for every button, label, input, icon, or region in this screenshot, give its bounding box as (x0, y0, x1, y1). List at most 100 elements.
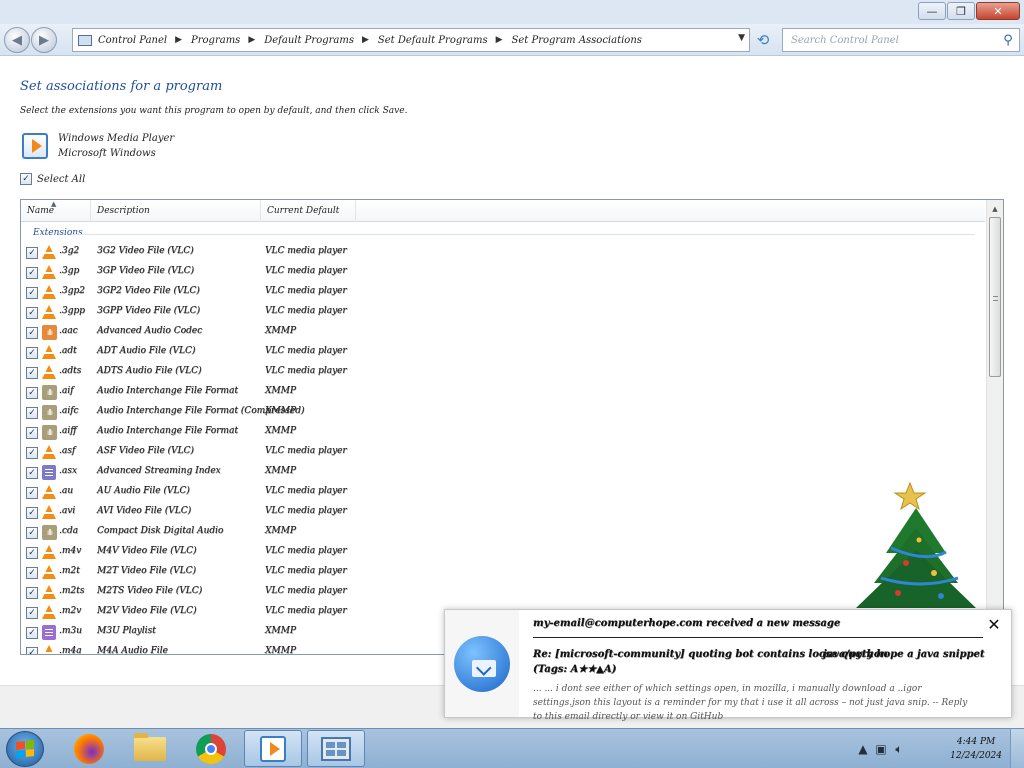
back-button[interactable]: ◀ (4, 27, 30, 53)
scroll-up-icon[interactable]: ▲ (987, 200, 1003, 217)
firefox-icon (74, 733, 104, 764)
row-checkbox[interactable]: ✓ (26, 507, 38, 519)
extension-name: .m4a (59, 646, 82, 655)
row-checkbox[interactable]: ✓ (26, 307, 38, 319)
breadcrumb-control-panel[interactable]: Control Panel (98, 35, 167, 46)
current-default: XMMP (265, 466, 296, 476)
row-checkbox[interactable]: ✓ (26, 347, 38, 359)
maximize-button[interactable]: ❐ (947, 2, 975, 20)
row-checkbox[interactable]: ✓ (26, 647, 38, 654)
current-default: VLC media player (265, 486, 347, 496)
row-checkbox[interactable]: ✓ (26, 607, 38, 619)
current-default: VLC media player (265, 586, 347, 596)
extension-name: .3gpp (59, 306, 85, 316)
list-item[interactable]: ✓ .m2ts M2TS Video File (VLC) VLC media pla… (21, 583, 985, 603)
list-item[interactable]: ✓ .adt ADT Audio File (VLC) VLC media playe… (21, 343, 985, 363)
breadcrumb-default-programs[interactable]: Default Programs (264, 35, 354, 46)
taskbar-control-panel[interactable] (307, 730, 365, 767)
list-item[interactable]: ✓ ıllı .aifc Audio Interchange File Format … (21, 403, 985, 423)
start-button[interactable] (6, 731, 44, 767)
row-checkbox[interactable]: ✓ (26, 487, 38, 499)
network-icon[interactable]: ▣ (872, 742, 890, 756)
extension-description: M4V Video File (VLC) (97, 546, 197, 556)
taskbar-firefox[interactable] (60, 730, 118, 767)
refresh-button[interactable]: ⟲ (752, 28, 774, 52)
minimize-button[interactable]: — (918, 2, 946, 20)
notification-body: ... ... i dont see either of which setti… (533, 684, 968, 722)
column-header-name[interactable]: Name ▲ (21, 200, 91, 222)
extension-name: .m2v (59, 606, 82, 616)
vertical-scrollbar[interactable]: ▲ (986, 200, 1003, 654)
program-name: Windows Media Player (58, 133, 175, 144)
breadcrumb-set-program-associations[interactable]: Set Program Associations (512, 35, 642, 46)
select-all-checkbox[interactable]: ✓ Select All (20, 173, 85, 185)
select-all-label[interactable]: Select All (37, 174, 85, 185)
row-checkbox[interactable]: ✓ (26, 547, 38, 559)
row-checkbox[interactable]: ✓ (26, 287, 38, 299)
select-all-check-icon[interactable]: ✓ (20, 173, 32, 185)
breadcrumb-separator-icon[interactable]: ▶ (248, 35, 255, 45)
clock-date: 12/24/2024 (950, 751, 1002, 761)
row-checkbox[interactable]: ✓ (26, 367, 38, 379)
list-item[interactable]: ✓ ıllı .cda Compact Disk Digital Audio XMMP (21, 523, 985, 543)
row-checkbox[interactable]: ✓ (26, 247, 38, 259)
address-dropdown-icon[interactable]: ▼ (738, 33, 745, 43)
row-checkbox[interactable]: ✓ (26, 627, 38, 639)
extension-description: AVI Video File (VLC) (97, 506, 192, 516)
column-header-current-default[interactable]: Current Default (261, 200, 356, 222)
row-checkbox[interactable]: ✓ (26, 467, 38, 479)
list-item[interactable]: ✓ .m2t M2T Video File (VLC) VLC media playe… (21, 563, 985, 583)
breadcrumb-programs[interactable]: Programs (191, 35, 240, 46)
taskbar-media-player[interactable] (244, 730, 302, 767)
list-item[interactable]: ✓ .3gpp 3GPP Video File (VLC) VLC media pla… (21, 303, 985, 323)
vlc-cone-icon (42, 345, 57, 360)
email-notification[interactable]: my-email@computerhope.com received a new… (444, 609, 1012, 722)
volume-icon[interactable]: 🔈︎ (890, 742, 908, 757)
list-item[interactable]: ✓ ıllı .aac Advanced Audio Codec XMMP (21, 323, 985, 343)
row-checkbox[interactable]: ✓ (26, 427, 38, 439)
current-default: XMMP (265, 326, 296, 336)
current-default: VLC media player (265, 266, 347, 276)
scrollbar-thumb[interactable] (989, 217, 1001, 377)
breadcrumb-set-default-programs[interactable]: Set Default Programs (378, 35, 488, 46)
list-item[interactable]: ✓ .au AU Audio File (VLC) VLC media player (21, 483, 985, 503)
list-item[interactable]: ✓ .3gp2 3GP2 Video File (VLC) VLC media pla… (21, 283, 985, 303)
breadcrumb-separator-icon[interactable]: ▶ (175, 35, 182, 45)
row-checkbox[interactable]: ✓ (26, 407, 38, 419)
breadcrumb-separator-icon[interactable]: ▶ (496, 35, 503, 45)
row-checkbox[interactable]: ✓ (26, 267, 38, 279)
row-checkbox[interactable]: ✓ (26, 527, 38, 539)
search-box[interactable]: Search Control Panel ⚲ (782, 28, 1020, 52)
forward-button[interactable]: ▶ (31, 27, 57, 53)
row-checkbox[interactable]: ✓ (26, 587, 38, 599)
column-header-description[interactable]: Description (91, 200, 261, 222)
system-clock[interactable]: 4:44 PM 12/24/2024 (950, 735, 1002, 763)
current-default: XMMP (265, 386, 296, 396)
list-item[interactable]: ✓ ıllı .aiff Audio Interchange File Format X… (21, 423, 985, 443)
row-checkbox[interactable]: ✓ (26, 327, 38, 339)
list-item[interactable]: ✓ .adts ADTS Audio File (VLC) VLC media pla… (21, 363, 985, 383)
row-checkbox[interactable]: ✓ (26, 567, 38, 579)
taskbar-chrome[interactable] (182, 730, 240, 767)
notification-close-button[interactable]: ✕ (985, 616, 1003, 634)
taskbar-explorer[interactable] (121, 730, 179, 767)
row-checkbox[interactable]: ✓ (26, 387, 38, 399)
search-input[interactable]: Search Control Panel (791, 35, 997, 46)
extension-name: .cda (59, 526, 79, 536)
extension-name: .aif (59, 386, 74, 396)
list-item[interactable]: ✓ .3gp 3GP Video File (VLC) VLC media playe… (21, 263, 985, 283)
list-item[interactable]: ✓ ıllı .aif Audio Interchange File Format XM… (21, 383, 985, 403)
row-checkbox[interactable]: ✓ (26, 447, 38, 459)
address-bar[interactable]: Control Panel ▶ Programs ▶ Default Program… (72, 28, 750, 52)
search-icon[interactable]: ⚲ (997, 33, 1019, 48)
close-button[interactable]: ✕ (976, 2, 1020, 20)
list-item[interactable]: ✓ .3g2 3G2 Video File (VLC) VLC media playe… (21, 243, 985, 263)
show-hidden-icons-icon[interactable]: ▲ (854, 742, 872, 756)
back-arrow-icon: ◀ (12, 32, 22, 48)
list-item[interactable]: ✓ .avi AVI Video File (VLC) VLC media playe… (21, 503, 985, 523)
list-item[interactable]: ✓ .asf ASF Video File (VLC) VLC media playe… (21, 443, 985, 463)
list-item[interactable]: ✓ .asx Advanced Streaming Index XMMP (21, 463, 985, 483)
breadcrumb-separator-icon[interactable]: ▶ (362, 35, 369, 45)
list-item[interactable]: ✓ .m4v M4V Video File (VLC) VLC media playe… (21, 543, 985, 563)
show-desktop-button[interactable] (1010, 729, 1024, 768)
